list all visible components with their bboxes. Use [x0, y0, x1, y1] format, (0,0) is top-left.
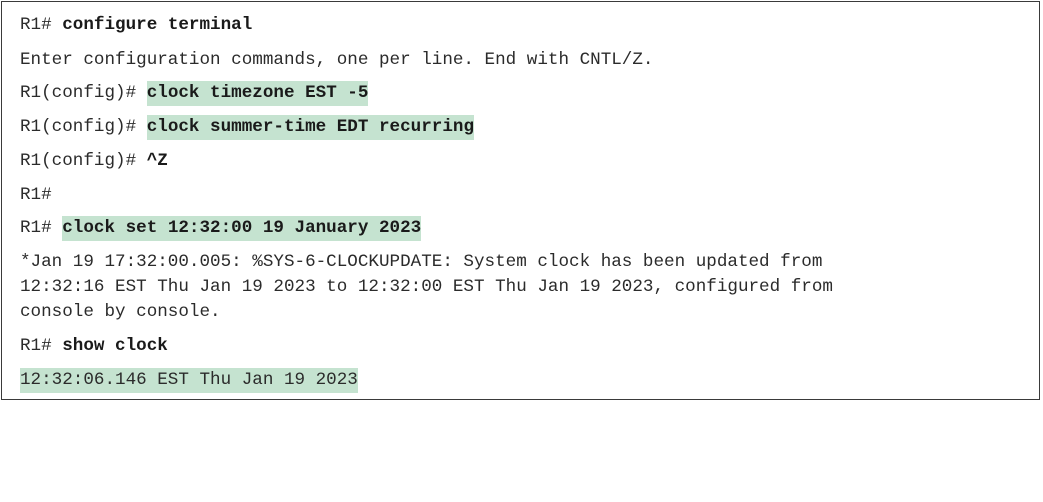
terminal-line: R1# show clock [20, 334, 168, 359]
terminal-line: console by console. [20, 300, 221, 325]
highlighted-command: clock summer-time EDT recurring [146, 115, 475, 140]
prompt: R1# [20, 15, 63, 35]
prompt: R1# [20, 336, 63, 356]
prompt: R1(config)# [20, 117, 147, 137]
terminal-line: Enter configuration commands, one per li… [20, 48, 653, 73]
terminal-line: 12:32:06.146 EST Thu Jan 19 2023 [20, 368, 358, 393]
highlighted-command: clock timezone EST -5 [146, 81, 369, 106]
prompt: R1(config)# [20, 151, 147, 171]
highlighted-command: clock set 12:32:00 19 January 2023 [62, 216, 422, 241]
terminal-line: R1(config)# clock summer-time EDT recurr… [20, 115, 475, 140]
prompt: R1(config)# [20, 83, 147, 103]
command: show clock [62, 336, 168, 356]
highlighted-output: 12:32:06.146 EST Thu Jan 19 2023 [20, 368, 358, 393]
terminal-line: R1# clock set 12:32:00 19 January 2023 [20, 216, 422, 241]
output-text: *Jan 19 17:32:00.005: %SYS-6-CLOCKUPDATE… [20, 252, 823, 272]
terminal-figure: R1# configure terminal Enter configurati… [1, 1, 1040, 400]
terminal-line: R1(config)# clock timezone EST -5 [20, 81, 369, 106]
terminal-line: R1# [20, 183, 52, 208]
prompt: R1# [20, 185, 52, 205]
terminal-line: R1(config)# ^Z [20, 149, 168, 174]
prompt: R1# [20, 218, 63, 238]
terminal-line: R1# configure terminal [20, 13, 252, 38]
terminal-line: 12:32:16 EST Thu Jan 19 2023 to 12:32:00… [20, 275, 833, 300]
command: configure terminal [62, 15, 253, 35]
terminal-line: *Jan 19 17:32:00.005: %SYS-6-CLOCKUPDATE… [20, 250, 822, 275]
terminal-output: R1# configure terminal Enter configurati… [20, 2, 833, 502]
output-text: console by console. [20, 302, 221, 322]
output-text: 12:32:16 EST Thu Jan 19 2023 to 12:32:00… [20, 277, 833, 297]
command: ^Z [146, 151, 168, 171]
output-text: Enter configuration commands, one per li… [20, 50, 654, 70]
